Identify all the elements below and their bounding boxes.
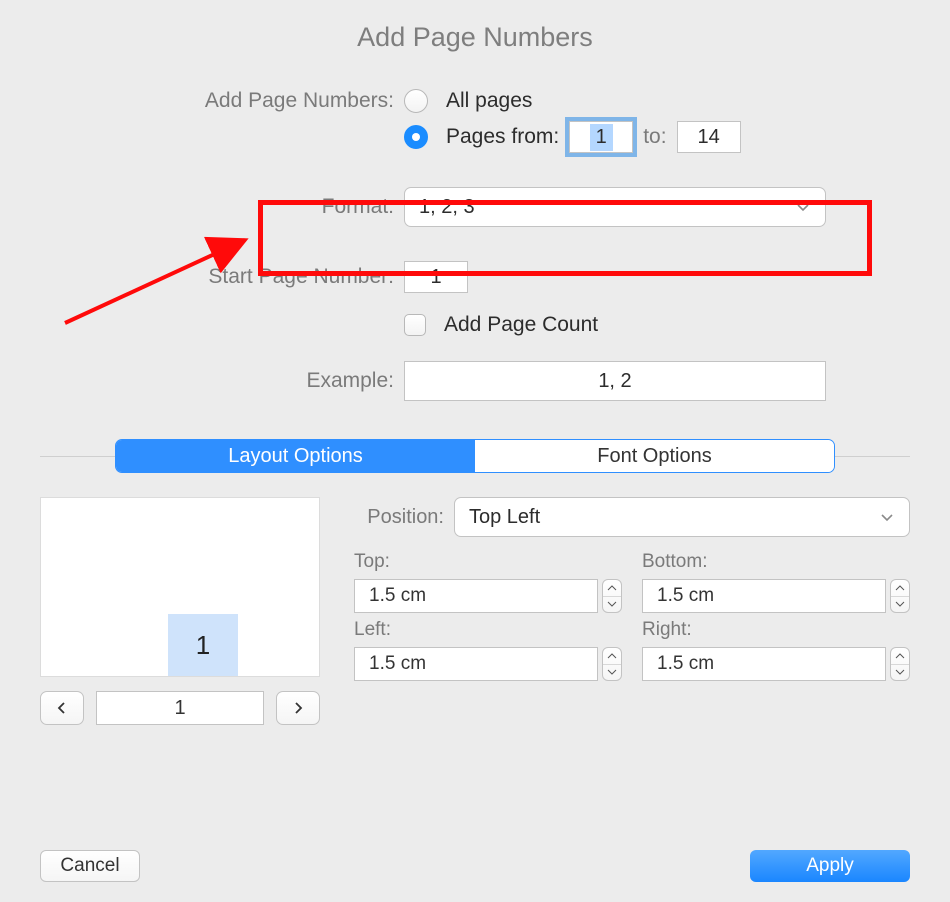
chevron-down-icon bbox=[795, 199, 811, 215]
margin-bottom-stepper[interactable] bbox=[890, 579, 910, 613]
preview-page-number: 1 bbox=[168, 614, 238, 676]
position-select[interactable]: Top Left bbox=[454, 497, 910, 537]
margin-top-input[interactable]: 1.5 cm bbox=[354, 579, 598, 613]
chevron-right-icon bbox=[292, 700, 304, 716]
dialog-title: Add Page Numbers bbox=[0, 0, 950, 53]
start-page-input[interactable]: 1 bbox=[404, 261, 468, 293]
preview-next-button[interactable] bbox=[276, 691, 320, 725]
margin-bottom-input[interactable]: 1.5 cm bbox=[642, 579, 886, 613]
position-label: Position: bbox=[354, 506, 444, 529]
preview-page-input[interactable]: 1 bbox=[96, 691, 264, 725]
tab-font-options[interactable]: Font Options bbox=[475, 440, 834, 472]
start-page-label: Start Page Number: bbox=[40, 265, 404, 289]
add-page-count-checkbox[interactable] bbox=[404, 314, 426, 336]
pages-from-input[interactable]: 1 bbox=[569, 121, 633, 153]
all-pages-label: All pages bbox=[446, 89, 532, 113]
margin-right-label: Right: bbox=[642, 619, 910, 641]
pages-to-label: to: bbox=[643, 125, 666, 149]
apply-button[interactable]: Apply bbox=[750, 850, 910, 882]
margin-right-stepper[interactable] bbox=[890, 647, 910, 681]
margin-right-input[interactable]: 1.5 cm bbox=[642, 647, 886, 681]
add-page-count-label: Add Page Count bbox=[444, 313, 598, 337]
pages-to-input[interactable]: 14 bbox=[677, 121, 741, 153]
example-label: Example: bbox=[40, 369, 404, 393]
divider bbox=[40, 456, 115, 457]
cancel-button[interactable]: Cancel bbox=[40, 850, 140, 882]
margin-bottom-label: Bottom: bbox=[642, 551, 910, 573]
radio-all-pages[interactable] bbox=[404, 89, 428, 113]
pages-from-label: Pages from: bbox=[446, 125, 559, 149]
chevron-down-icon bbox=[879, 509, 895, 525]
page-preview: 1 bbox=[40, 497, 320, 677]
margin-top-label: Top: bbox=[354, 551, 622, 573]
format-label: Format: bbox=[40, 195, 404, 219]
preview-prev-button[interactable] bbox=[40, 691, 84, 725]
radio-pages-from[interactable] bbox=[404, 125, 428, 149]
margin-left-label: Left: bbox=[354, 619, 622, 641]
margin-top-stepper[interactable] bbox=[602, 579, 622, 613]
chevron-left-icon bbox=[56, 700, 68, 716]
tab-layout-options[interactable]: Layout Options bbox=[116, 440, 475, 472]
add-page-numbers-label: Add Page Numbers: bbox=[40, 89, 404, 113]
format-select[interactable]: 1, 2, 3 bbox=[404, 187, 826, 227]
margin-left-stepper[interactable] bbox=[602, 647, 622, 681]
margin-left-input[interactable]: 1.5 cm bbox=[354, 647, 598, 681]
options-tabs: Layout Options Font Options bbox=[115, 439, 835, 473]
divider bbox=[835, 456, 910, 457]
example-value: 1, 2 bbox=[404, 361, 826, 401]
